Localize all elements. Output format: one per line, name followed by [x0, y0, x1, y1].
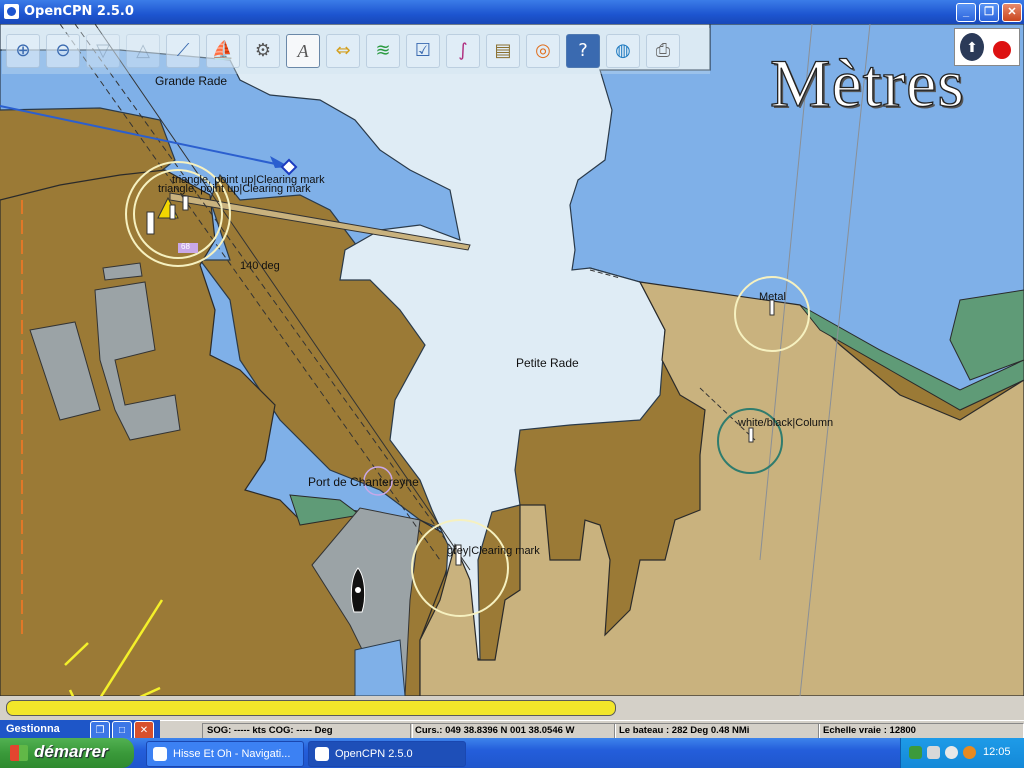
status-cursor-position: Curs.: 049 38.8396 N 001 38.0546 W	[410, 723, 616, 739]
network-icon[interactable]	[909, 746, 922, 759]
currents-button[interactable]: ⇔	[326, 34, 360, 68]
close-button[interactable]: ✕	[1002, 3, 1022, 22]
depth-tag-label: 68	[181, 242, 190, 251]
window-title: OpenCPN 2.5.0	[24, 4, 134, 19]
color-scheme-button[interactable]: ▤	[486, 34, 520, 68]
minimized-panel[interactable]: Gestionna ❐ □ ✕	[0, 720, 160, 740]
minimize-button[interactable]: _	[956, 3, 976, 22]
create-route-button[interactable]: ⟋	[166, 34, 200, 68]
label-grey-clearing: grey|Clearing mark	[447, 545, 540, 557]
tides-button[interactable]: ≋	[366, 34, 400, 68]
auto-follow-button[interactable]: ⛵	[206, 34, 240, 68]
zoom-out-button[interactable]: ⊖	[46, 34, 80, 68]
settings-button[interactable]: ⚙	[246, 34, 280, 68]
man-overboard-button[interactable]: ◎	[526, 34, 560, 68]
security-icon[interactable]	[963, 746, 976, 759]
place-grande-rade: Grande Rade	[155, 74, 228, 88]
nautical-chart[interactable]: Grande Rade Petite Rade Port de Chantere…	[0, 24, 1024, 696]
label-column: white/black|Column	[738, 417, 834, 429]
clock: 12:05	[983, 746, 1011, 758]
volume-icon[interactable]	[945, 746, 958, 759]
main-toolbar: ⊕ ⊖ ▽ △ ⟋ ⛵ ⚙ A ⇔ ≋ ☑ ∫ ▤ ◎ ? ◍ ⎙	[2, 28, 710, 74]
text-toggle-button[interactable]: A	[286, 34, 320, 68]
small-inlet	[354, 639, 406, 696]
task-label-opencpn: OpenCPN 2.5.0	[335, 748, 413, 760]
gps-status-icon	[993, 41, 1011, 59]
scale-in-button[interactable]: ▽	[86, 34, 120, 68]
progress-bar	[6, 700, 616, 716]
scale-out-button[interactable]: △	[126, 34, 160, 68]
start-button[interactable]: démarrer	[0, 738, 134, 768]
globe-button[interactable]: ◍	[606, 34, 640, 68]
opencpn-task-icon	[315, 747, 329, 761]
taskbar: démarrer Hisse Et Oh - Navigati... OpenC…	[0, 738, 1024, 768]
task-hisse-et-oh[interactable]: Hisse Et Oh - Navigati...	[146, 741, 304, 767]
help-button[interactable]: ?	[566, 34, 600, 68]
print-button[interactable]: ⎙	[646, 34, 680, 68]
status-sog-cog: SOG: ----- kts COG: ----- Deg	[202, 723, 413, 739]
minimized-panel-label: Gestionna	[6, 723, 60, 735]
label-metal: Metal	[759, 291, 786, 303]
label-bearing: 140 deg	[240, 260, 280, 272]
restore-button[interactable]: ❐	[979, 3, 999, 22]
place-port: Port de Chantereyne	[308, 475, 419, 489]
system-tray: 12:05	[900, 738, 1024, 768]
status-bearing: Le bateau : 282 Deg 0.48 NMi	[614, 723, 820, 739]
route-manager-button[interactable]: ☑	[406, 34, 440, 68]
track-button[interactable]: ∫	[446, 34, 480, 68]
opencpn-app-icon	[4, 4, 19, 19]
task-opencpn[interactable]: OpenCPN 2.5.0	[308, 741, 466, 767]
task-label-hisse: Hisse Et Oh - Navigati...	[173, 748, 291, 760]
place-petite-rade: Petite Rade	[516, 356, 579, 370]
label-clearing-mark-2: triangle, point up|Clearing mark	[158, 183, 311, 195]
display-icon[interactable]	[927, 746, 940, 759]
progress-area	[0, 696, 1024, 720]
status-scale: Echelle vraie : 12800	[818, 723, 1024, 739]
start-label: démarrer	[34, 742, 108, 761]
chart-canvas[interactable]	[0, 24, 1024, 696]
windows-flag-icon	[10, 745, 28, 761]
browser-icon	[153, 747, 167, 761]
zoom-in-button[interactable]: ⊕	[6, 34, 40, 68]
title-bar: OpenCPN 2.5.0 _ ❐ ✕	[0, 0, 1024, 24]
depth-units-label: Mètres	[769, 44, 965, 121]
